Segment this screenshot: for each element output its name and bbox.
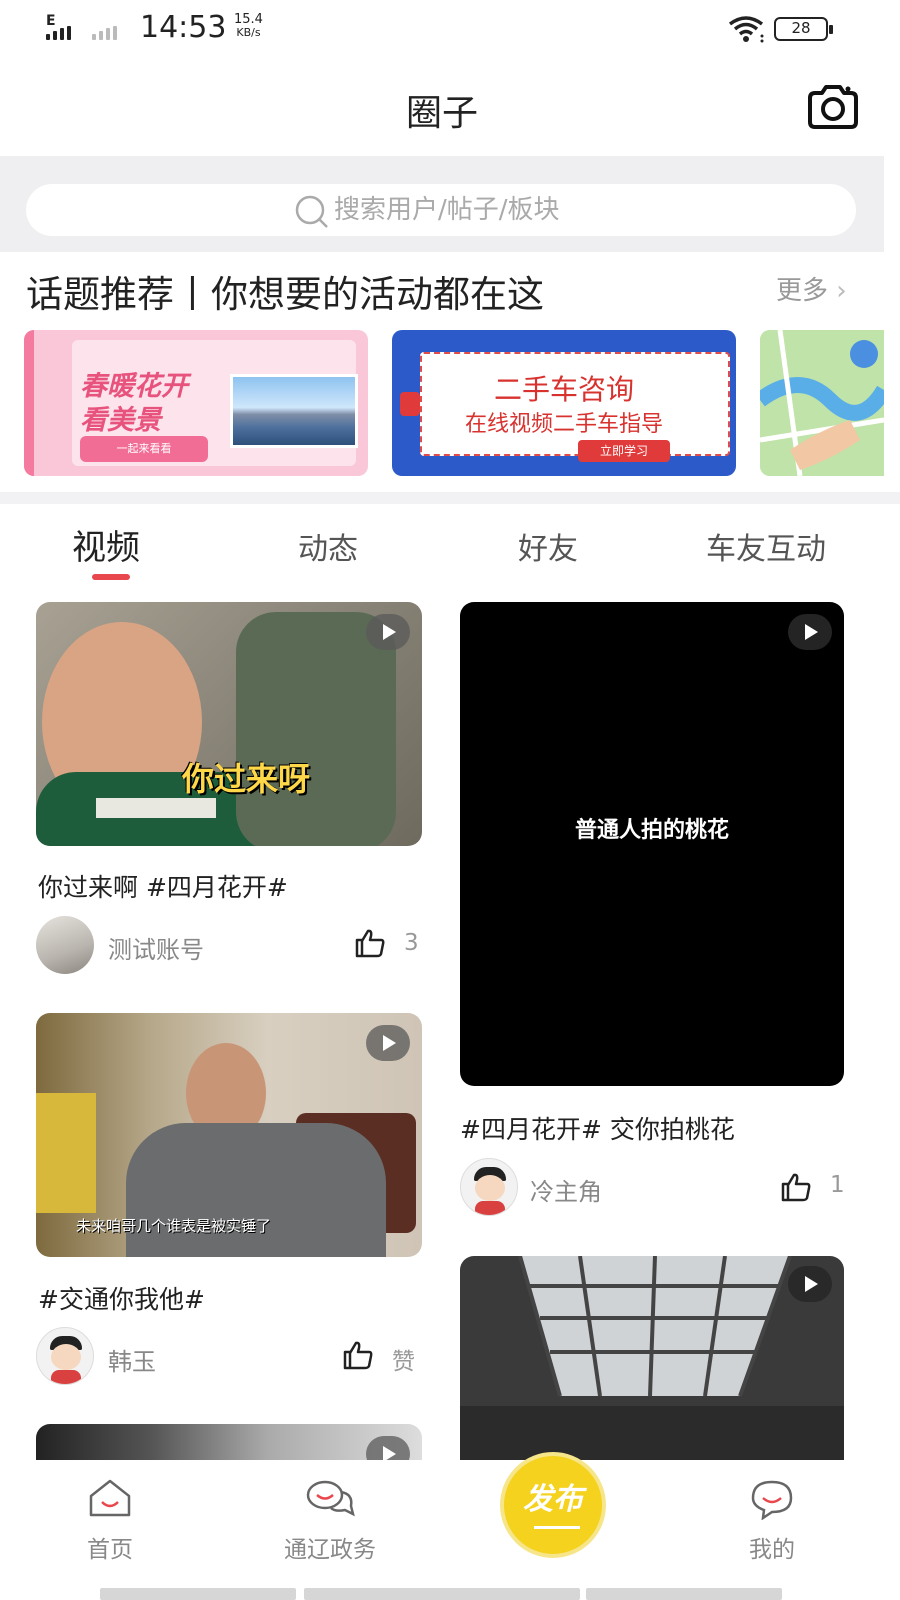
smile-bubble-icon: [751, 1480, 793, 1521]
tab-car-friends[interactable]: 车友互动: [706, 524, 826, 568]
nav-profile[interactable]: 我的: [732, 1478, 812, 1564]
banner-button: 一起来看看: [80, 436, 208, 462]
page-title: 圈子: [405, 93, 478, 134]
speed-unit: KB/s: [236, 26, 261, 39]
topic-banner-car[interactable]: 二手车咨询 在线视频二手车指导 立即学习: [392, 330, 736, 476]
avatar[interactable]: [36, 1327, 94, 1385]
search-input[interactable]: [334, 190, 814, 230]
search-bar[interactable]: [26, 184, 856, 236]
play-icon[interactable]: [788, 614, 832, 650]
video-thumbnail[interactable]: 你过来呀: [36, 602, 422, 846]
avatar[interactable]: [36, 916, 94, 974]
banner-button: 立即学习: [578, 440, 670, 462]
publish-label: 发布: [523, 1482, 583, 1517]
post-caption[interactable]: #交通你我他#: [38, 1280, 205, 1316]
publish-button[interactable]: 发布: [500, 1452, 606, 1558]
video-overlay-text: 你过来呀: [182, 760, 311, 798]
tab-moments[interactable]: 动态: [298, 524, 358, 568]
nav-home[interactable]: 首页: [70, 1478, 150, 1564]
camera-icon[interactable]: [806, 84, 860, 130]
post-caption[interactable]: 你过来啊 #四月花开#: [38, 868, 288, 904]
wifi-icon: [728, 16, 764, 43]
topics-heading: 话题推荐丨你想要的活动都在这: [26, 273, 544, 316]
more-link[interactable]: 更多 ›: [776, 270, 847, 307]
banner-subtitle: 看美景: [80, 405, 161, 436]
username[interactable]: 测试账号: [108, 930, 204, 965]
search-area: [0, 156, 884, 252]
divider: [0, 492, 900, 504]
post-caption[interactable]: #四月花开# 交你拍桃花: [460, 1110, 735, 1146]
home-icon: [89, 1479, 131, 1517]
like-count: 1: [830, 1172, 845, 1198]
search-icon: [295, 195, 328, 228]
video-thumbnail[interactable]: [36, 1424, 422, 1460]
chat-bubbles-icon: [306, 1480, 355, 1517]
video-overlay-text: 未来咱哥几个谁表是被实锤了: [76, 1217, 272, 1235]
app-header: 圈子: [0, 60, 900, 156]
map-illustration: [760, 330, 884, 476]
network-speed: 15.4 KB/s: [234, 13, 263, 39]
city-photo: [230, 374, 358, 448]
play-icon[interactable]: [788, 1266, 832, 1302]
video-thumbnail[interactable]: [460, 1256, 844, 1460]
signal-icon: [46, 26, 130, 40]
nav-label: 我的: [749, 1537, 795, 1563]
status-bar: E 14:53 15.4 KB/s 28: [0, 0, 900, 60]
play-icon[interactable]: [366, 1436, 410, 1460]
clock: 14:53: [140, 10, 227, 45]
topic-banner-spring[interactable]: 春暖花开 看美景 一起来看看: [24, 330, 368, 476]
topic-banner-map[interactable]: [760, 330, 884, 476]
speed-value: 15.4: [234, 12, 263, 27]
username[interactable]: 冷主角: [530, 1172, 602, 1207]
username[interactable]: 韩玉: [108, 1342, 156, 1377]
more-label: 更多: [776, 276, 829, 306]
thumbs-up-icon[interactable]: [780, 1172, 812, 1202]
avatar[interactable]: [460, 1158, 518, 1216]
tab-video[interactable]: 视频: [72, 520, 140, 569]
tab-friends[interactable]: 好友: [518, 524, 578, 568]
nav-label: 首页: [87, 1537, 133, 1563]
like-count: 3: [404, 930, 419, 956]
video-overlay-text: 普通人拍的桃花: [574, 818, 729, 843]
system-gesture-bar: [100, 1588, 800, 1600]
video-thumbnail[interactable]: 未来咱哥几个谁表是被实锤了: [36, 1013, 422, 1257]
thumbs-up-icon[interactable]: [354, 928, 386, 958]
battery-indicator: 28: [774, 17, 833, 41]
like-count: 赞: [392, 1349, 415, 1375]
play-icon[interactable]: [366, 614, 410, 650]
video-thumbnail[interactable]: 普通人拍的桃花: [460, 602, 844, 1086]
nav-government[interactable]: 通辽政务: [270, 1478, 390, 1564]
bottom-navigation: 首页 通辽政务 我的: [0, 1460, 900, 1600]
thumbs-up-icon[interactable]: [342, 1340, 374, 1370]
banner-title: 二手车咨询: [493, 373, 634, 406]
skylight-image: [460, 1256, 844, 1460]
chevron-right-icon: ›: [836, 276, 847, 306]
nav-label: 通辽政务: [284, 1537, 376, 1563]
play-icon[interactable]: [366, 1025, 410, 1061]
banner-subtitle: 在线视频二手车指导: [464, 412, 663, 437]
active-tab-indicator: [92, 574, 130, 580]
